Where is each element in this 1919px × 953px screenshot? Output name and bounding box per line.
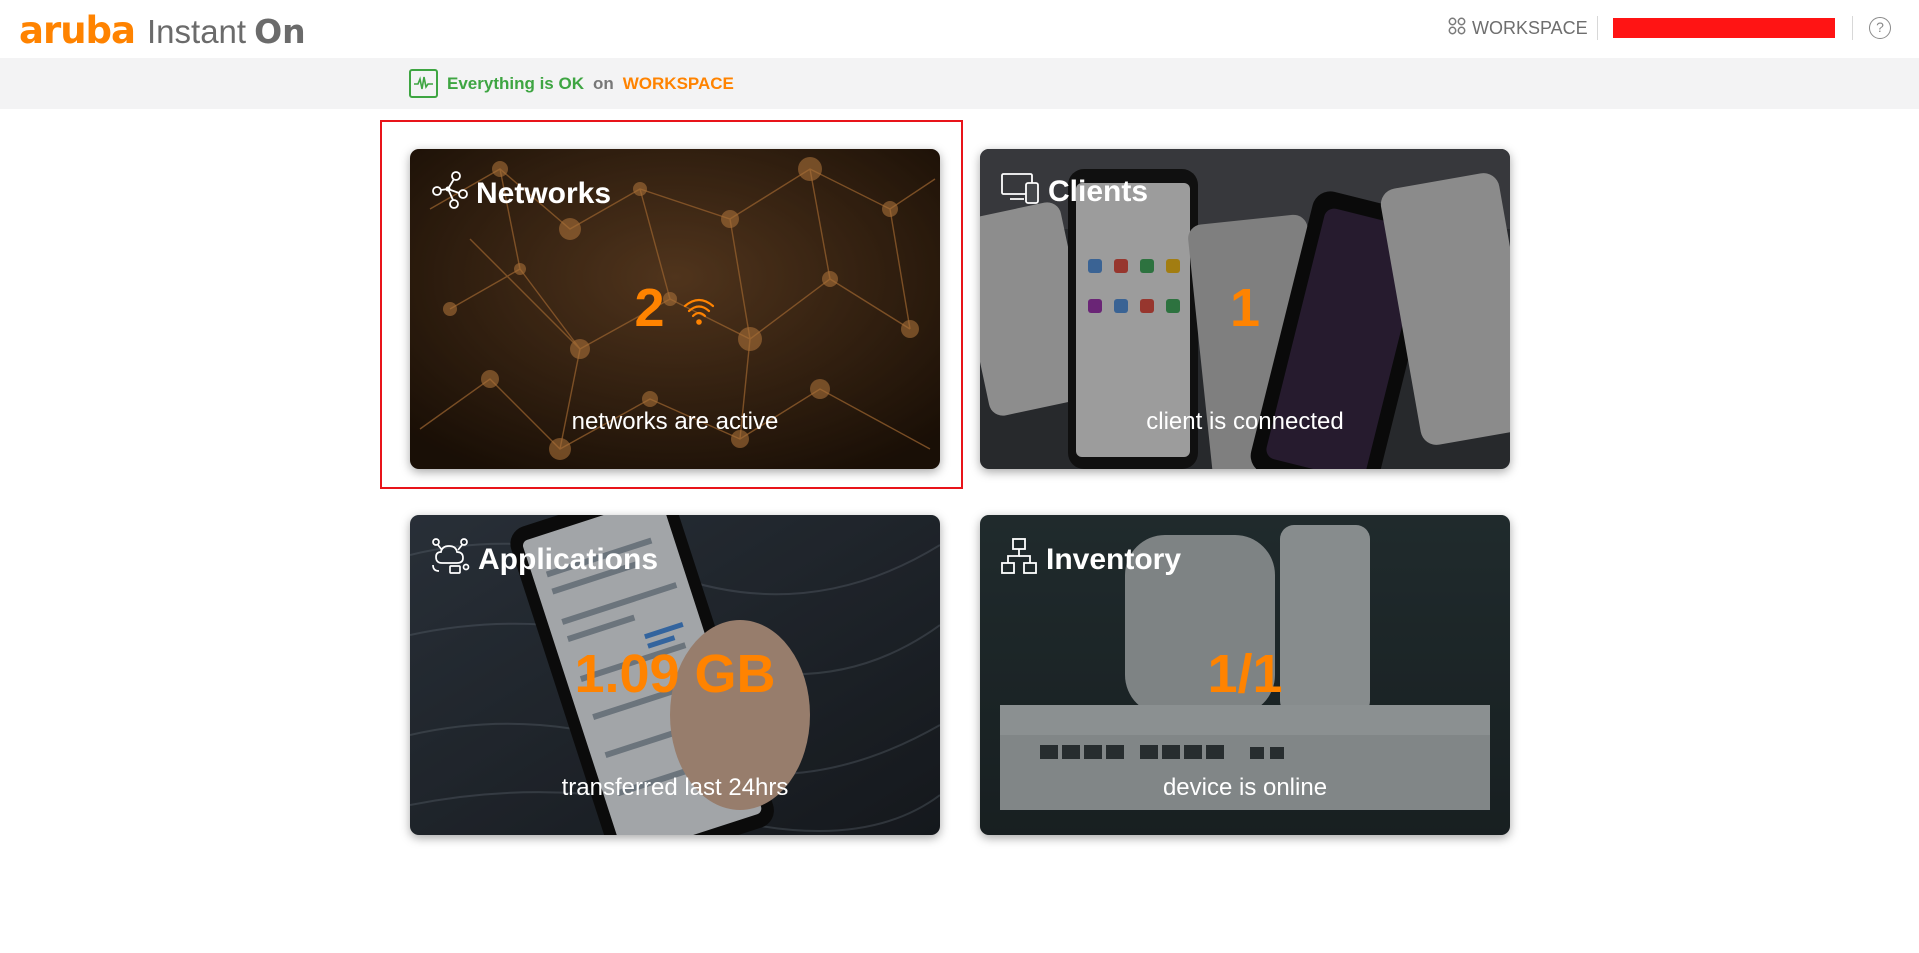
applications-label: Applications [478,543,659,576]
status-bar: Everything is OK on WORKSPACE [0,58,1919,109]
hierarchy-icon [1000,537,1038,583]
clients-card[interactable]: Clients 1 client is connected [980,149,1510,469]
header-divider [1852,16,1853,40]
inventory-subtitle: device is online [1162,774,1328,801]
top-bar: aruba Instant On WORKSPACE ? [0,0,1919,58]
help-icon[interactable]: ? [1869,17,1891,39]
workspace-link[interactable]: WORKSPACE [1448,17,1588,40]
clients-title: Clients [1000,171,1148,213]
header-divider [1597,16,1598,40]
clients-value: 1 [1229,278,1261,338]
status-summary: Everything is OK on WORKSPACE [409,69,734,98]
applications-value: 1.09 GB [574,644,776,704]
workspace-label: WORKSPACE [1472,18,1588,38]
applications-title: Applications [430,537,658,583]
logo-brand: aruba [19,9,136,52]
logo-product: Instant [147,13,247,50]
inventory-label: Inventory [1046,543,1182,576]
inventory-card[interactable]: Inventory 1/1 device is online [980,515,1510,835]
redacted-account[interactable] [1613,18,1835,38]
status-workspace[interactable]: WORKSPACE [623,74,734,94]
inventory-title: Inventory [1000,537,1181,583]
devices-icon [1000,171,1040,213]
status-message: Everything is OK [447,73,584,93]
applications-subtitle: transferred last 24hrs [561,774,789,801]
health-pulse-icon [409,69,438,98]
aruba-logo[interactable]: aruba Instant On [19,9,306,52]
selection-highlight [380,120,963,489]
inventory-value: 1/1 [1207,644,1283,704]
cloud-apps-icon [430,537,470,583]
clients-subtitle: client is connected [1146,408,1344,435]
logo-on: On [254,12,306,51]
workspace-grid-icon [1448,17,1466,40]
applications-card[interactable]: Applications 1.09 GB transferred last 24… [410,515,940,835]
status-on: on [592,73,614,93]
clients-label: Clients [1048,175,1149,208]
